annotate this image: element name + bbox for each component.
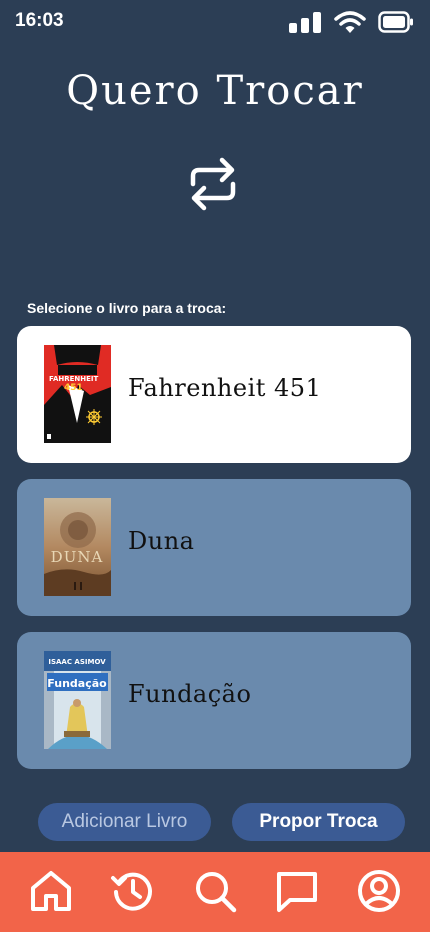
nav-history[interactable]	[110, 868, 156, 914]
svg-text:DUNA: DUNA	[51, 548, 104, 566]
bottom-nav	[0, 852, 430, 932]
section-label: Selecione o livro para a troca:	[27, 300, 227, 316]
book-title: Duna	[128, 527, 195, 555]
book-card-fahrenheit-451[interactable]: FAHRENHEIT 451 Fahrenheit 451	[17, 326, 411, 463]
nav-chat[interactable]	[274, 868, 320, 914]
propose-trade-button[interactable]: Propor Troca	[232, 803, 405, 841]
book-cover-duna: DUNA	[44, 498, 111, 596]
svg-text:451: 451	[64, 383, 83, 393]
nav-search[interactable]	[192, 868, 238, 914]
history-icon	[111, 872, 152, 911]
profile-icon	[358, 870, 400, 912]
svg-text:ISAAC ASIMOV: ISAAC ASIMOV	[48, 658, 106, 666]
book-card-fundacao[interactable]: ISAAC ASIMOV Fundação Fundação	[17, 632, 411, 769]
battery-icon	[378, 11, 413, 33]
status-time: 16:03	[15, 10, 64, 31]
book-cover-fundacao: ISAAC ASIMOV Fundação	[44, 651, 111, 749]
book-cover-fahrenheit-451: FAHRENHEIT 451	[44, 345, 111, 443]
svg-text:FAHRENHEIT: FAHRENHEIT	[49, 375, 99, 383]
swap-arrows-icon	[190, 157, 236, 211]
page-title: Quero Trocar	[66, 68, 364, 114]
add-book-button[interactable]: Adicionar Livro	[38, 803, 211, 841]
signal-icon	[289, 12, 321, 33]
nav-profile[interactable]	[356, 868, 402, 914]
status-bar: 16:03	[0, 0, 430, 46]
svg-text:Fundação: Fundação	[47, 677, 107, 690]
book-title: Fahrenheit 451	[128, 374, 322, 402]
chat-icon	[277, 872, 317, 912]
wifi-icon	[334, 11, 366, 33]
book-title: Fundação	[128, 680, 252, 708]
search-icon	[196, 872, 237, 913]
nav-home[interactable]	[28, 868, 74, 914]
home-icon	[31, 871, 71, 911]
book-card-duna[interactable]: DUNA Duna	[17, 479, 411, 616]
status-icons	[288, 10, 414, 34]
